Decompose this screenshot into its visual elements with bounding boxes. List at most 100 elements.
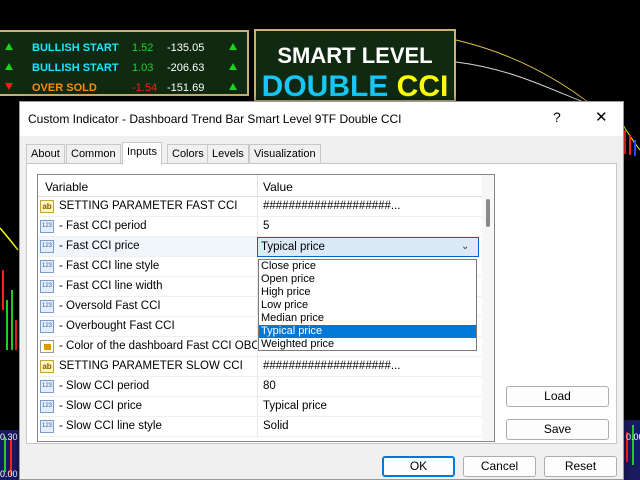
value-text: ####################... [263, 200, 401, 212]
down-arrow-icon [5, 83, 13, 90]
value-text: 80 [263, 380, 276, 392]
string-type-icon: ab [40, 360, 54, 373]
column-value[interactable]: Value [263, 180, 293, 194]
value-cell[interactable]: Typical price [257, 397, 482, 417]
tab-common[interactable]: Common [66, 144, 121, 164]
table-row[interactable]: 123 - Fast CCI period 5 [38, 217, 482, 237]
variable-cell[interactable]: 123 - Fast CCI price [38, 237, 257, 257]
price-select-value: Typical price [261, 241, 325, 253]
signal-value-1: 1.52 [132, 42, 154, 54]
table-row[interactable]: 123 - Slow CCI period 80 [38, 377, 482, 397]
variable-cell[interactable]: 123 - Slow CCI line style [38, 417, 257, 437]
save-button[interactable]: Save [506, 419, 609, 440]
table-row[interactable]: ab SETTING PARAMETER SLOW CCI ############… [38, 357, 482, 377]
variable-name: SETTING PARAMETER FAST CCI [59, 200, 238, 212]
variable-cell[interactable]: 123 - Fast CCI period [38, 217, 257, 237]
indicator-title-panel: SMART LEVEL DOUBLE CCI [254, 29, 456, 104]
dialog-title: Custom Indicator - Dashboard Trend Bar S… [28, 112, 402, 126]
tab-colors[interactable]: Colors [167, 144, 209, 164]
value-text: ####################... [263, 360, 401, 372]
dropdown-option[interactable]: Open price [259, 273, 476, 286]
column-divider[interactable] [257, 175, 258, 197]
scrollbar-thumb[interactable] [486, 199, 490, 227]
value-cell[interactable]: 80 [257, 377, 482, 397]
title-word-double: DOUBLE [261, 70, 389, 103]
column-variable[interactable]: Variable [45, 180, 88, 194]
signal-value-2: -151.69 [167, 82, 205, 94]
title-line-2: DOUBLE CCI [256, 70, 454, 104]
table-row[interactable]: 123 - Slow CCI line style Solid [38, 417, 482, 437]
variable-cell[interactable]: 123 - Slow CCI price [38, 397, 257, 417]
grid-scrollbar[interactable] [482, 175, 494, 441]
variable-name: - Fast CCI line style [59, 260, 160, 272]
color-type-icon [40, 340, 54, 353]
numeric-type-icon: 123 [40, 280, 54, 293]
cancel-button[interactable]: Cancel [463, 456, 536, 477]
tab-visualization[interactable]: Visualization [249, 144, 321, 164]
up-arrow-icon [229, 43, 237, 50]
right-tick: 0.00 [626, 432, 640, 442]
ok-button[interactable]: OK [382, 456, 455, 477]
variable-cell[interactable]: ab SETTING PARAMETER FAST CCI [38, 197, 257, 217]
value-text: Typical price [263, 400, 327, 412]
numeric-type-icon: 123 [40, 260, 54, 273]
tab-about[interactable]: About [26, 144, 65, 164]
up-arrow-icon [5, 43, 13, 50]
signal-label: BULLISH START [32, 42, 119, 54]
numeric-type-icon: 123 [40, 300, 54, 313]
numeric-type-icon: 123 [40, 400, 54, 413]
value-cell[interactable]: 5 [257, 217, 482, 237]
dialog-titlebar: Custom Indicator - Dashboard Trend Bar S… [20, 102, 623, 136]
dropdown-option[interactable]: Low price [259, 299, 476, 312]
variable-cell[interactable]: 123 - Fast CCI line style [38, 257, 257, 277]
variable-name: - Color of the dashboard Fast CCI OBO... [59, 340, 270, 352]
left-tick-2: 0.00 [0, 469, 18, 479]
value-cell[interactable]: ####################... [257, 357, 482, 377]
variable-cell[interactable]: 123 - Oversold Fast CCI [38, 297, 257, 317]
price-select[interactable]: Typical price ⌄ [257, 237, 479, 257]
signal-value-2: -206.63 [167, 62, 205, 74]
variable-name: - Slow CCI period [59, 380, 150, 392]
dropdown-option[interactable]: High price [259, 286, 476, 299]
signal-row: OVER SOLD -1.54 -151.69 [0, 78, 249, 98]
tab-levels[interactable]: Levels [207, 144, 249, 164]
variable-name: - Overbought Fast CCI [59, 320, 175, 332]
help-icon[interactable]: ? [553, 109, 561, 125]
table-row[interactable]: 123 - Slow CCI price Typical price [38, 397, 482, 417]
reset-button[interactable]: Reset [544, 456, 617, 477]
signal-value-1: 1.03 [132, 62, 154, 74]
load-button[interactable]: Load [506, 386, 609, 407]
numeric-type-icon: 123 [40, 380, 54, 393]
value-cell[interactable]: ####################... [257, 197, 482, 217]
variable-cell[interactable]: 123 - Overbought Fast CCI [38, 317, 257, 337]
grid-header: Variable Value [38, 175, 482, 197]
left-tick-1: 0.30 [0, 432, 18, 442]
table-row[interactable]: ab SETTING PARAMETER FAST CCI ############… [38, 197, 482, 217]
chevron-down-icon[interactable]: ⌄ [461, 241, 469, 252]
variable-name: - Fast CCI price [59, 240, 140, 252]
table-row[interactable]: 123 - Fast CCI price Typical price ⌄ [38, 237, 482, 257]
up-arrow-icon [5, 63, 13, 70]
variable-cell[interactable]: 123 - Fast CCI line width [38, 277, 257, 297]
dropdown-option[interactable]: Typical price [259, 325, 476, 338]
variable-cell[interactable]: ab SETTING PARAMETER SLOW CCI [38, 357, 257, 377]
signal-label: OVER SOLD [32, 82, 97, 94]
variable-cell[interactable]: 123 - Slow CCI period [38, 377, 257, 397]
title-line-1: SMART LEVEL [277, 43, 433, 68]
variable-cell[interactable]: - Color of the dashboard Fast CCI OBO... [38, 337, 270, 357]
signals-dashboard: BULLISH START 1.52 -135.05 BULLISH START… [0, 30, 249, 96]
numeric-type-icon: 123 [40, 220, 54, 233]
close-icon[interactable]: ✕ [595, 108, 608, 126]
dropdown-option[interactable]: Close price [259, 260, 476, 273]
numeric-type-icon: 123 [40, 320, 54, 333]
price-dropdown-list: Close price Open price High price Low price… [258, 259, 477, 351]
signal-row: BULLISH START 1.52 -135.05 [0, 38, 249, 58]
signal-row: BULLISH START 1.03 -206.63 [0, 58, 249, 78]
dropdown-option[interactable]: Median price [259, 312, 476, 325]
variable-name: SETTING PARAMETER SLOW CCI [59, 360, 243, 372]
value-cell[interactable]: Solid [257, 417, 482, 437]
dropdown-option[interactable]: Weighted price [259, 338, 476, 351]
signal-value-2: -135.05 [167, 42, 205, 54]
variable-name: - Slow CCI line style [59, 420, 162, 432]
tab-inputs[interactable]: Inputs [122, 142, 162, 165]
